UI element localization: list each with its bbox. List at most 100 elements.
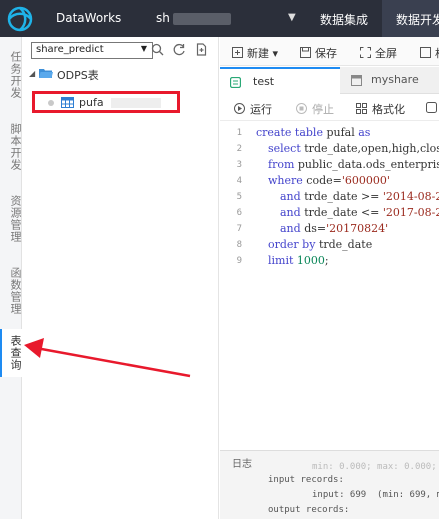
code-keyword: and	[280, 190, 305, 203]
stop-button[interactable]: 停止	[296, 101, 334, 117]
line-number: 5	[236, 192, 242, 202]
code-line-1: create table pufal as	[256, 126, 370, 139]
project-select[interactable]: share_predict ▼	[31, 42, 153, 59]
fullscreen-button-label: 全屏	[375, 47, 397, 60]
code-line-9: limit 1000;	[268, 254, 329, 267]
log-line: input: 699 (min: 699, ma	[312, 490, 439, 500]
refresh-icon[interactable]	[173, 43, 186, 56]
rail-item-task-dev[interactable]: 任务开发	[0, 49, 22, 101]
rail-item-resource-mgmt[interactable]: 资源管理	[0, 193, 22, 245]
table-row-pufa-highlight[interactable]: pufa	[32, 91, 180, 113]
code-text: trde_date	[318, 238, 373, 251]
log-line: output records:	[268, 505, 350, 515]
log-title: 日志	[232, 459, 252, 470]
log-line: input records:	[268, 475, 344, 485]
run-button[interactable]: 运行	[234, 101, 272, 117]
folder-open-icon	[39, 69, 53, 78]
code-string: '20170824'	[326, 222, 389, 235]
new-button[interactable]: 新建 ▾	[232, 45, 278, 61]
code-text: trde_date >=	[304, 190, 383, 203]
more-button[interactable]: 相	[420, 45, 439, 61]
rail-item-function-mgmt[interactable]: 函数管理	[0, 265, 22, 317]
plus-square-icon	[232, 47, 243, 58]
editor-toolbar: 新建 ▾ 保存 全屏 相	[220, 37, 439, 66]
search-icon[interactable]	[151, 43, 164, 56]
play-icon	[234, 103, 245, 114]
caret-down-icon: ▼	[140, 44, 147, 53]
status-dot	[48, 100, 54, 106]
code-text: ;	[324, 254, 329, 267]
code-number: 1000	[296, 254, 325, 267]
sql-file-icon	[230, 77, 241, 88]
fullscreen-button[interactable]: 全屏	[360, 45, 397, 61]
code-string: '2014-08-22'	[382, 190, 439, 203]
settings-icon[interactable]	[426, 102, 437, 113]
line-number-gutter: 1 2 3 4 5 6 7 8 9	[220, 122, 250, 450]
rail-item-table-query[interactable]: 表查询	[0, 329, 22, 377]
code-line-3: from public_data.ods_enterprise	[268, 158, 439, 171]
line-number: 8	[236, 240, 242, 250]
redacted-table-suffix	[111, 98, 161, 108]
top-bar: DataWorks sh ▼ 数据集成 数据开发	[0, 0, 439, 37]
code-line-5: and trde_date >= '2014-08-22'	[280, 190, 439, 203]
code-keyword: select	[268, 142, 305, 155]
caret-down-icon: ▼	[288, 12, 296, 23]
format-grid-icon	[356, 103, 367, 114]
stop-button-label: 停止	[312, 103, 334, 116]
table-name: pufa	[79, 96, 104, 109]
line-number: 7	[236, 224, 242, 234]
code-keyword: as	[358, 126, 371, 139]
save-button-label: 保存	[315, 47, 337, 60]
more-button-label: 相	[435, 47, 439, 60]
code-text: public_data.ods_enterprise	[297, 158, 439, 171]
line-number: 1	[236, 128, 242, 138]
chevron-down-icon: ◢	[29, 69, 36, 78]
format-button-label: 格式化	[372, 103, 405, 116]
run-toolbar: 运行 停止 格式化	[220, 95, 439, 121]
run-button-label: 运行	[250, 103, 272, 116]
code-line-6: and trde_date <= '2017-08-22'	[280, 206, 439, 219]
line-number: 2	[236, 144, 242, 154]
code-text: trde_date <=	[304, 206, 383, 219]
editor-tabs: test myshare	[220, 67, 439, 94]
nav-data-development[interactable]: 数据开发	[382, 0, 439, 37]
code-text: code=	[306, 174, 342, 187]
tab-myshare[interactable]: myshare	[341, 67, 439, 94]
line-number: 4	[236, 176, 242, 186]
code-text: ds=	[304, 222, 327, 235]
log-panel[interactable]: 日志 min: 0.000; max: 0.000; d input recor…	[220, 450, 439, 519]
left-rail: 任务开发 脚本开发 资源管理 函数管理 表查询	[0, 37, 22, 519]
dataworks-logo-icon[interactable]	[5, 4, 35, 34]
redacted-project-name	[173, 13, 231, 25]
code-keyword: from	[268, 158, 298, 171]
code-keyword: order by	[268, 238, 319, 251]
save-icon	[300, 47, 311, 58]
code-line-4: where code='600000'	[268, 174, 390, 187]
code-line-8: order by trde_date	[268, 238, 372, 251]
code-line-2: select trde_date,open,high,close	[268, 142, 439, 155]
project-switcher[interactable]: sh ▼	[156, 4, 306, 34]
line-number: 3	[236, 160, 242, 170]
new-button-label: 新建	[247, 47, 269, 60]
save-button[interactable]: 保存	[300, 45, 337, 61]
table-tree-panel: share_predict ▼ ◢ ODPS表 pufa	[22, 37, 219, 519]
code-string: '2017-08-22'	[382, 206, 439, 219]
stop-icon	[296, 103, 307, 114]
code-line-7: and ds='20170824'	[280, 222, 388, 235]
code-keyword: where	[268, 174, 307, 187]
table-icon	[61, 97, 74, 108]
code-keyword: and	[280, 206, 305, 219]
tab-test[interactable]: test	[220, 67, 340, 94]
project-select-value: share_predict	[36, 44, 104, 55]
code-text: trde_date,open,high,close	[304, 142, 439, 155]
rail-item-script-dev[interactable]: 脚本开发	[0, 121, 22, 173]
sql-code-editor[interactable]: 1 2 3 4 5 6 7 8 9 create table pufal as …	[220, 122, 439, 450]
tab-label: myshare	[371, 73, 419, 86]
annotation-arrow-icon	[24, 338, 191, 378]
code-keyword: and	[280, 222, 305, 235]
new-file-icon[interactable]	[195, 43, 208, 56]
nav-data-integration[interactable]: 数据集成	[306, 0, 382, 37]
format-button[interactable]: 格式化	[356, 101, 405, 117]
line-number: 9	[236, 256, 242, 266]
brand-name: DataWorks	[56, 11, 122, 25]
